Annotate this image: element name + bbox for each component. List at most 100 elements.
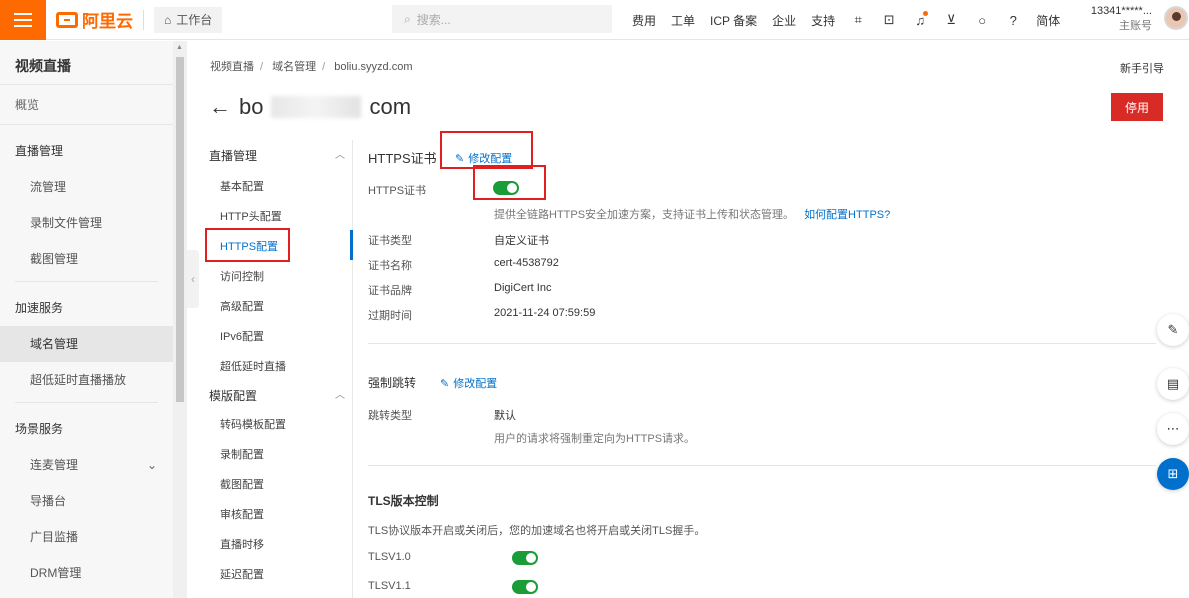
subnav-group-label: 直播管理 bbox=[209, 149, 258, 163]
title-right: com bbox=[369, 94, 412, 119]
nav-icp[interactable]: ICP 备案 bbox=[710, 12, 757, 29]
chevron-up-icon: ︿ bbox=[335, 390, 345, 401]
sidebar-item-domains[interactable]: 域名管理 bbox=[0, 326, 173, 362]
sidebar-group-scenarios: 场景服务 bbox=[15, 422, 64, 436]
annotation-box bbox=[205, 228, 290, 262]
sidebar-scrollbar[interactable]: ▲ bbox=[173, 41, 187, 598]
redirect-hint: 用户的请求将强制重定向为HTTPS请求。 bbox=[494, 433, 696, 445]
https-toggle-label: HTTPS证书 bbox=[368, 185, 427, 197]
breadcrumb-item: boliu.syyzd.com bbox=[334, 61, 413, 73]
subnav-snapshot[interactable]: 截图配置 bbox=[209, 470, 353, 500]
sidebar-item-low-latency[interactable]: 超低延时直播播放 bbox=[0, 362, 173, 398]
terminal-icon[interactable]: ⊡ bbox=[881, 12, 897, 28]
collapse-sidebar-button[interactable]: ‹ bbox=[187, 250, 199, 308]
sidebar-item-overview[interactable]: 概览 bbox=[0, 85, 173, 125]
home-icon: ⌂ bbox=[164, 12, 172, 27]
sidebar-item-co-streaming[interactable]: 连麦管理 ⌄ bbox=[0, 447, 173, 483]
subnav-delay[interactable]: 延迟配置 bbox=[209, 560, 353, 590]
scrollbar-thumb[interactable] bbox=[176, 57, 184, 402]
help-icon[interactable]: ? bbox=[1005, 12, 1021, 28]
doc-float-icon[interactable]: ▤ bbox=[1157, 368, 1189, 400]
subnav-transcode[interactable]: 转码模板配置 bbox=[209, 410, 353, 440]
sidebar-item-director[interactable]: 导播台 bbox=[0, 483, 173, 519]
https-hint: 提供全链路HTTPS安全加速方案，支持证书上传和状态管理。 如何配置HTTPS? bbox=[494, 206, 890, 222]
row-label: 过期时间 bbox=[368, 310, 412, 322]
subnav-access-control[interactable]: 访问控制 bbox=[209, 262, 353, 292]
nav-fees[interactable]: 费用 bbox=[632, 12, 656, 29]
tls-section-title: TLS版本控制 bbox=[368, 494, 439, 508]
workbench-button[interactable]: ⌂ 工作台 bbox=[154, 6, 223, 33]
apps-float-icon[interactable]: ⊞ bbox=[1157, 458, 1189, 490]
nav-ticket[interactable]: 工单 bbox=[671, 12, 695, 29]
aliyun-logo[interactable]: 阿里云 bbox=[56, 7, 133, 32]
divider bbox=[368, 343, 1156, 344]
logo-mark-icon bbox=[56, 11, 78, 28]
guide-link[interactable]: 新手引导 bbox=[1120, 60, 1164, 76]
sidebar-item-stream[interactable]: 流管理 bbox=[0, 169, 173, 205]
sidebar-item-snapshots[interactable]: 截图管理 bbox=[0, 241, 173, 277]
subnav-review[interactable]: 审核配置 bbox=[209, 500, 353, 530]
divider bbox=[352, 140, 353, 598]
tls-v11-toggle[interactable] bbox=[512, 580, 538, 594]
tls-v10-label: TLSV1.0 bbox=[368, 551, 411, 563]
active-indicator bbox=[350, 230, 353, 260]
chat-float-icon[interactable]: ⋯ bbox=[1157, 413, 1189, 445]
scroll-up-icon[interactable]: ▲ bbox=[176, 44, 183, 51]
top-nav: 费用 工单 ICP 备案 企业 支持 ⌗ ⊡ ♫ ⊻ ○ ? 简体 bbox=[632, 0, 1060, 40]
hamburger-menu-button[interactable] bbox=[0, 0, 46, 40]
subnav-advanced[interactable]: 高级配置 bbox=[209, 292, 353, 322]
app-icon[interactable]: ⌗ bbox=[850, 12, 866, 28]
avatar[interactable] bbox=[1164, 6, 1188, 30]
annotation-box bbox=[440, 131, 533, 169]
chevron-left-icon: ‹ bbox=[191, 272, 195, 286]
cert-name-value: cert-4538792 bbox=[494, 257, 559, 269]
logo-text: 阿里云 bbox=[82, 12, 133, 31]
subnav-group-label: 模版配置 bbox=[209, 389, 258, 403]
subnav-basic[interactable]: 基本配置 bbox=[209, 172, 353, 202]
search-input[interactable]: ⌕ 搜索... bbox=[392, 5, 612, 33]
breadcrumb-item[interactable]: 域名管理 bbox=[272, 61, 316, 73]
subnav-group-live[interactable]: 直播管理 ︿ bbox=[209, 140, 353, 172]
title-left: bo bbox=[239, 94, 264, 119]
annotation-box bbox=[473, 165, 546, 200]
redirect-edit-link[interactable]: ✎ 修改配置 bbox=[440, 375, 497, 391]
search-icon: ⌕ bbox=[404, 11, 411, 26]
tls-v11-label: TLSV1.1 bbox=[368, 580, 411, 592]
sidebar-item-label: 连麦管理 bbox=[30, 458, 79, 472]
divider bbox=[368, 465, 1156, 466]
subnav-low-latency[interactable]: 超低延时直播 bbox=[209, 352, 353, 382]
user-id: 13341*****... bbox=[1090, 5, 1152, 17]
page-title: ← bo com bbox=[209, 94, 411, 120]
redirect-section-title: 强制跳转 bbox=[368, 376, 417, 390]
language-switch[interactable]: 简体 bbox=[1036, 12, 1060, 29]
sidebar-item-drm[interactable]: DRM管理 bbox=[0, 555, 173, 591]
subnav-record[interactable]: 录制配置 bbox=[209, 440, 353, 470]
sidebar-item-recordings[interactable]: 录制文件管理 bbox=[0, 205, 173, 241]
lightbulb-icon[interactable]: ○ bbox=[974, 12, 990, 28]
subnav-group-template[interactable]: 模版配置 ︿ bbox=[209, 382, 353, 410]
nav-support[interactable]: 支持 bbox=[811, 12, 835, 29]
sidebar-group-live: 直播管理 bbox=[15, 144, 64, 158]
tls-v10-toggle[interactable] bbox=[512, 551, 538, 565]
stop-button[interactable]: 停用 bbox=[1111, 93, 1163, 121]
cart-icon[interactable]: ⊻ bbox=[943, 12, 959, 28]
subnav-ipv6[interactable]: IPv6配置 bbox=[209, 322, 353, 352]
config-subnav: 直播管理 ︿ 基本配置 HTTP头配置 HTTPS配置 访问控制 高级配置 IPv… bbox=[209, 140, 353, 590]
cert-brand-value: DigiCert Inc bbox=[494, 282, 552, 294]
breadcrumb-item[interactable]: 视频直播 bbox=[210, 61, 254, 73]
edit-float-icon[interactable]: ✎ bbox=[1157, 314, 1189, 346]
pencil-icon: ✎ bbox=[440, 377, 450, 390]
cert-expiry-value: 2021-11-24 07:59:59 bbox=[494, 307, 596, 319]
user-menu[interactable]: 13341*****... 主账号 bbox=[1082, 4, 1152, 34]
tls-desc: TLS协议版本开启或关闭后，您的加速域名也将开启或关闭TLS握手。 bbox=[368, 525, 706, 537]
row-label: 证书类型 bbox=[368, 235, 412, 247]
https-section-title: HTTPS证书 bbox=[368, 151, 437, 166]
bell-icon[interactable]: ♫ bbox=[912, 11, 929, 28]
https-help-link[interactable]: 如何配置HTTPS? bbox=[804, 209, 890, 221]
back-arrow-icon[interactable]: ← bbox=[209, 94, 231, 120]
nav-enterprise[interactable]: 企业 bbox=[772, 12, 796, 29]
sidebar-item-monitor[interactable]: 广目监播 bbox=[0, 519, 173, 555]
subnav-timeshift[interactable]: 直播时移 bbox=[209, 530, 353, 560]
chevron-down-icon: ⌄ bbox=[146, 458, 157, 472]
sidebar-group-acceleration: 加速服务 bbox=[15, 301, 64, 315]
